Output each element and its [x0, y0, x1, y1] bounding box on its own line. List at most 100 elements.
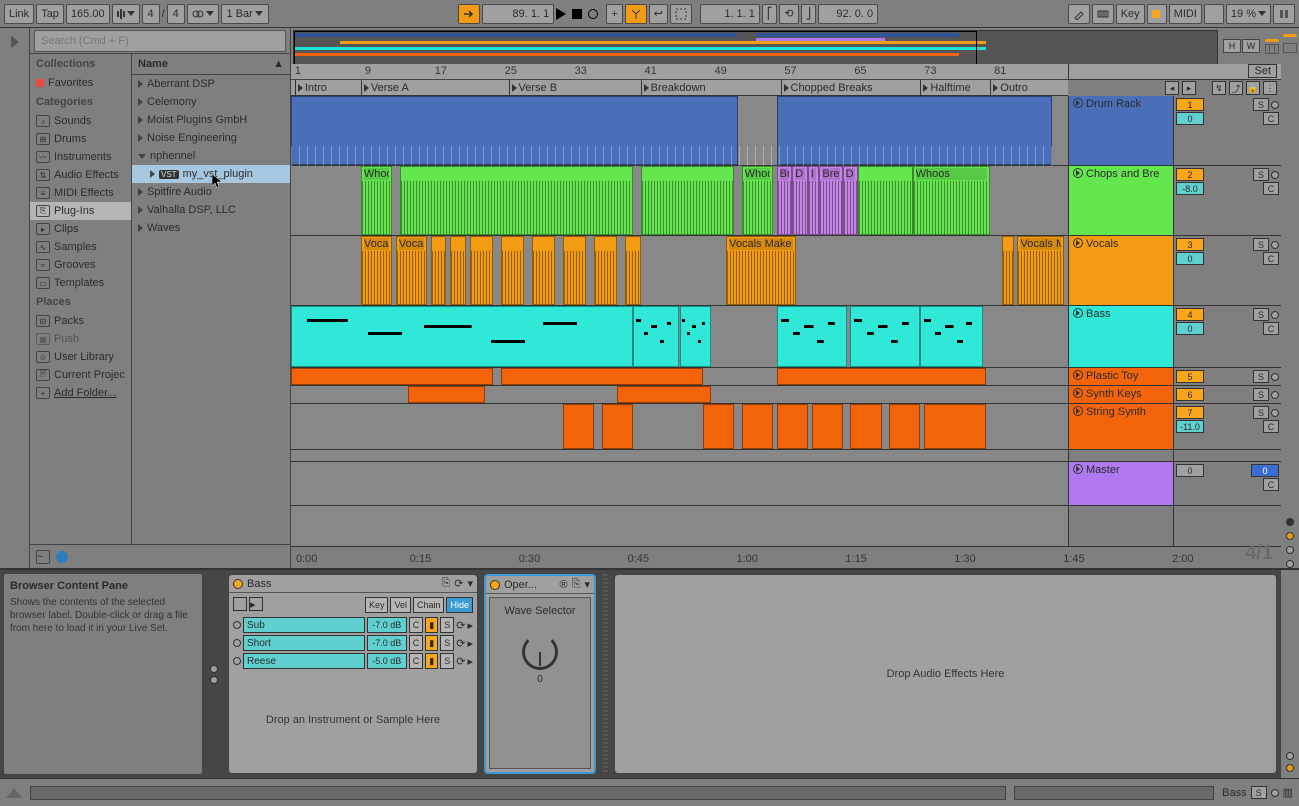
chain-solo[interactable]: S — [440, 617, 454, 633]
track-number[interactable]: 4 — [1176, 308, 1204, 321]
chain-row[interactable]: Sub -7.0 dB C ▮ S ⟳ ▸ — [233, 617, 473, 633]
track-header[interactable]: Vocals — [1069, 236, 1173, 306]
time-sig-num[interactable]: 4 — [142, 4, 160, 24]
track-header[interactable]: Bass — [1069, 306, 1173, 368]
track-number[interactable]: 2 — [1176, 168, 1204, 181]
device-resize-handle[interactable] — [602, 574, 608, 774]
name-column-header[interactable]: Name — [138, 58, 168, 70]
back-to-arr-button[interactable]: ⤴ — [1229, 81, 1243, 95]
list-item[interactable]: Moist Plugins GmbH — [132, 111, 290, 129]
wave-selector-knob[interactable] — [522, 634, 558, 670]
locator-lane[interactable]: Intro Verse A Verse B Breakdown Chopped … — [291, 80, 1068, 96]
chain-fold-icon[interactable]: ▸ — [467, 619, 473, 632]
chain-activator[interactable] — [233, 639, 241, 647]
category-drums[interactable]: ⊞Drums — [30, 130, 131, 148]
chain-name[interactable]: Sub — [243, 617, 365, 633]
list-item[interactable]: Noise Engineering — [132, 129, 290, 147]
search-input[interactable] — [34, 30, 286, 52]
chain-hotswap-icon[interactable]: ⟳ — [456, 637, 465, 650]
chain-name[interactable]: Short — [243, 635, 365, 651]
chain-row[interactable]: Short -7.0 dB C ▮ S ⟳ ▸ — [233, 635, 473, 651]
chain-show-button[interactable] — [210, 665, 218, 673]
locator[interactable]: Chopped Breaks — [781, 80, 873, 96]
arm-button[interactable] — [1271, 409, 1279, 417]
track-delay[interactable]: 0 — [1176, 322, 1204, 335]
track-number[interactable]: 6 — [1176, 388, 1204, 401]
punch-out-button[interactable]: ⎦ — [801, 4, 817, 24]
arm-button[interactable] — [1271, 311, 1279, 319]
draw-mode-button[interactable] — [1068, 4, 1090, 24]
arm-button[interactable] — [1271, 373, 1279, 381]
solo-button[interactable]: S — [1253, 308, 1269, 321]
bar-ruler[interactable]: 1 9 17 25 33 41 49 57 65 73 81 — [291, 64, 1068, 80]
track-header[interactable]: Synth Keys — [1069, 386, 1173, 404]
next-locator-button[interactable]: ▸ — [1182, 81, 1196, 95]
hide-button[interactable]: Hide — [446, 597, 473, 613]
key-button[interactable]: Key — [365, 597, 389, 613]
chain-button[interactable]: Chain — [413, 597, 445, 613]
locator[interactable]: Outro — [990, 80, 1028, 96]
track-unfold-icon[interactable] — [1073, 464, 1083, 474]
track-header[interactable]: Plastic Toy — [1069, 368, 1173, 386]
view-toggle-top[interactable] — [1265, 39, 1279, 42]
chain-hotswap-icon[interactable]: ⟳ — [456, 655, 465, 668]
place-add-folder[interactable]: +Add Folder... — [30, 384, 131, 402]
sort-icon[interactable]: ▲ — [273, 58, 284, 70]
chain-volume[interactable]: -7.0 dB — [367, 617, 407, 633]
chain-hotswap-icon[interactable]: ⟳ — [456, 619, 465, 632]
track-number[interactable]: 3 — [1176, 238, 1204, 251]
solo-button[interactable]: S — [1253, 238, 1269, 251]
chain-pan[interactable]: C — [409, 635, 424, 651]
full-width-button[interactable]: W — [1242, 39, 1260, 53]
options-button[interactable]: ⋮ — [1263, 81, 1277, 95]
preview-button[interactable] — [56, 551, 68, 563]
chain-volume[interactable]: -7.0 dB — [367, 635, 407, 651]
list-item[interactable]: Waves — [132, 219, 290, 237]
locator[interactable]: Intro — [295, 80, 327, 96]
track-unfold-icon[interactable] — [1073, 388, 1083, 398]
category-midi-effects[interactable]: ≡MIDI Effects — [30, 184, 131, 202]
tap-button[interactable]: Tap — [36, 4, 64, 24]
quantize-menu[interactable]: 1 Bar — [221, 4, 269, 24]
session-view-button[interactable] — [1283, 43, 1297, 53]
link-button[interactable]: Link — [4, 4, 34, 24]
solo-button[interactable]: S — [1253, 168, 1269, 181]
vel-button[interactable]: Vel — [390, 597, 411, 613]
record-button[interactable] — [588, 9, 598, 19]
track-unfold-icon[interactable] — [1073, 406, 1083, 416]
category-plugins[interactable]: ⎘Plug-Ins — [30, 202, 131, 220]
stop-button[interactable] — [572, 9, 582, 19]
device-fold-icon[interactable]: ▾ — [584, 578, 590, 591]
category-grooves[interactable]: ≈Grooves — [30, 256, 131, 274]
place-packs[interactable]: ⊟Packs — [30, 312, 131, 330]
chain-mute[interactable]: ▮ — [425, 617, 438, 633]
pan-c[interactable]: C — [1263, 112, 1279, 125]
track-number[interactable]: 5 — [1176, 370, 1204, 383]
chain-row[interactable]: Reese -5.0 dB C ▮ S ⟳ ▸ — [233, 653, 473, 669]
track-delay[interactable]: -11.0 — [1176, 420, 1204, 433]
device-save-icon[interactable]: ⎘ — [441, 577, 450, 590]
overdub-button[interactable]: + — [606, 4, 622, 24]
pan-c[interactable]: C — [1263, 478, 1279, 491]
track-number[interactable]: 0 — [1176, 464, 1204, 477]
midi-map-button[interactable]: MIDI — [1169, 4, 1202, 24]
track-header[interactable]: String Synth — [1069, 404, 1173, 450]
arm-button[interactable] — [1271, 391, 1279, 399]
chain-pan[interactable]: C — [409, 653, 424, 669]
tempo-field[interactable]: 165.00 — [66, 4, 110, 24]
category-sounds[interactable]: ♪Sounds — [30, 112, 131, 130]
status-arm[interactable] — [1271, 789, 1279, 797]
chain-solo[interactable]: S — [440, 653, 454, 669]
place-user-library[interactable]: ☺User Library — [30, 348, 131, 366]
detail-toggle-icon[interactable] — [6, 788, 22, 798]
loop-length[interactable]: 92. 0. 0 — [818, 4, 878, 24]
list-item[interactable]: Spitfire Audio — [132, 183, 290, 201]
clips-area[interactable]: Whoos Whoos Br D I Bre D Whoos Vocal Voc… — [291, 96, 1068, 546]
chain-volume[interactable]: -5.0 dB — [367, 653, 407, 669]
chain-activator[interactable] — [233, 621, 241, 629]
pan-c[interactable]: C — [1263, 420, 1279, 433]
chain-mute[interactable]: ▮ — [425, 653, 438, 669]
arrangement-position[interactable]: 89. 1. 1 — [482, 4, 554, 24]
drop-instrument-zone[interactable]: Drop an Instrument or Sample Here — [233, 671, 473, 769]
device-on-button[interactable] — [233, 579, 243, 589]
